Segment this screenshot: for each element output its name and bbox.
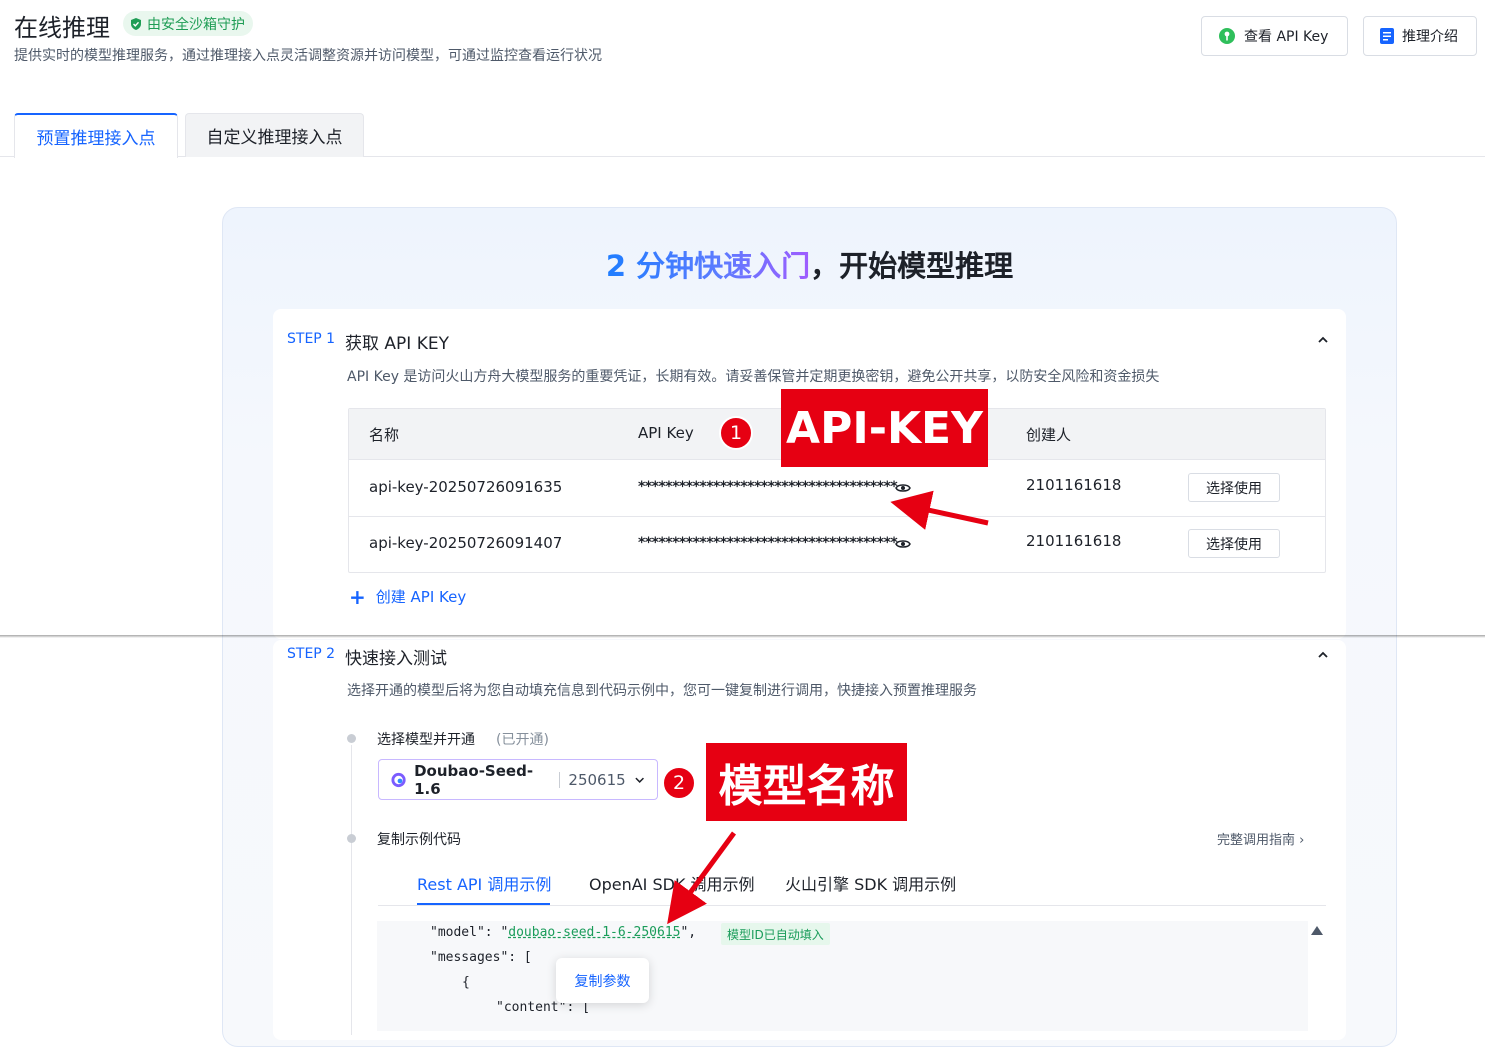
annotation-arrows [667, 490, 989, 925]
arrow-to-eye-icon [890, 490, 989, 530]
arrow-to-model-id [667, 831, 737, 925]
